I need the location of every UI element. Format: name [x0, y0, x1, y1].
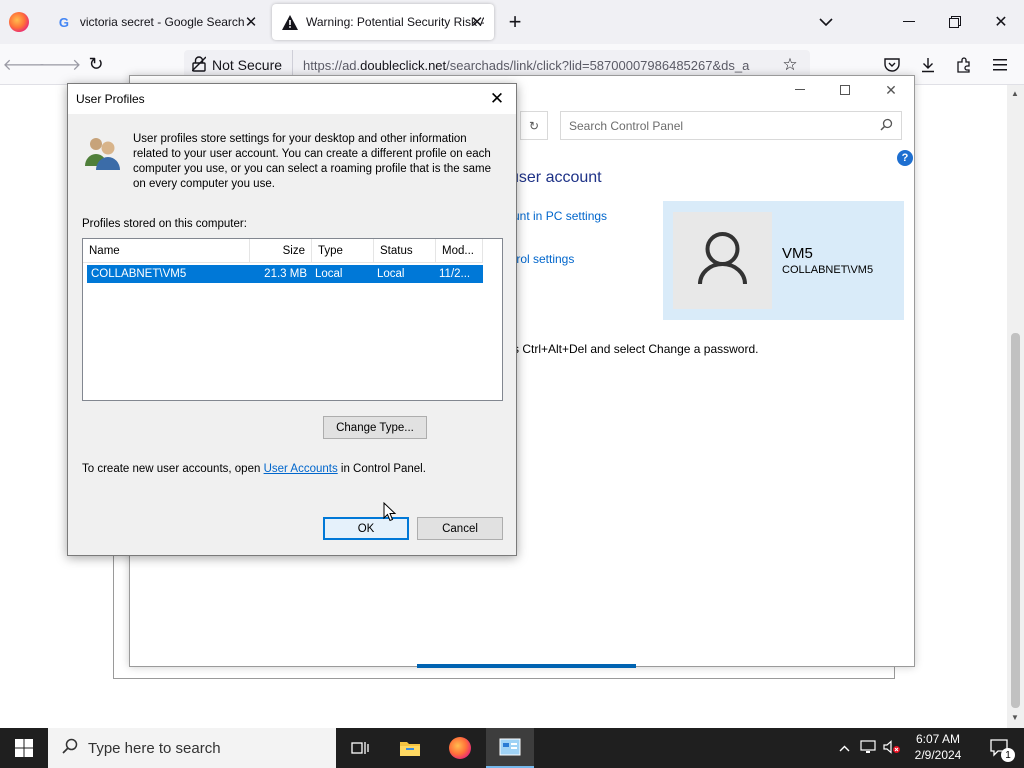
tab-title: Warning: Potential Security Risk Ahead: [306, 15, 484, 29]
scroll-down-arrow-icon[interactable]: ▼: [1011, 713, 1019, 722]
user-name: VM5: [782, 245, 813, 262]
cp-account-control-settings-link[interactable]: trol settings: [513, 252, 574, 266]
cp-password-hint: s Ctrl+Alt+Del and select Change a passw…: [513, 342, 759, 356]
dialog-close-icon[interactable]: ✕: [486, 88, 508, 110]
cp-maximize-icon[interactable]: [835, 80, 855, 100]
change-type-button[interactable]: Change Type...: [323, 416, 427, 439]
back-arrow-icon[interactable]: 🡐: [3, 52, 46, 76]
page-scrollbar[interactable]: ▲ ▼: [1007, 85, 1024, 728]
cell-status: Local: [377, 268, 405, 280]
search-icon: [62, 738, 78, 758]
list-tabs-chevron-icon[interactable]: [814, 10, 838, 34]
new-tab-button[interactable]: +: [503, 9, 527, 34]
cell-size: 21.3 MB: [264, 268, 307, 280]
google-icon: G: [58, 14, 69, 30]
cp-minimize-icon[interactable]: [790, 80, 810, 100]
tab-security-warning[interactable]: Warning: Potential Security Risk Ahead ✕: [272, 4, 494, 40]
close-window-icon[interactable]: ✕: [988, 10, 1014, 34]
bookmark-star-icon[interactable]: ☆: [778, 53, 802, 77]
user-profiles-dialog[interactable]: User Profiles ✕ User profiles store sett…: [67, 83, 517, 556]
cell-name: COLLABNET\VM5: [91, 268, 187, 280]
mouse-pointer-icon: [383, 501, 397, 522]
dialog-title: User Profiles: [76, 92, 145, 106]
minimize-icon[interactable]: [896, 10, 922, 34]
system-tray: [832, 728, 904, 768]
user-avatar-icon: [673, 212, 772, 309]
show-hidden-icons-chevron-icon[interactable]: [832, 741, 856, 755]
url-path: /searchads/link/click?lid=58700007986485…: [446, 57, 750, 73]
create-accounts-note: To create new user accounts, open User A…: [82, 463, 426, 475]
user-profiles-icon: [82, 134, 122, 170]
cell-modified: 11/2...: [439, 268, 471, 280]
scroll-thumb[interactable]: [1011, 333, 1020, 708]
cp-heading: user account: [510, 169, 602, 186]
reload-icon[interactable]: ↻: [84, 52, 108, 76]
tab-google-search[interactable]: G victoria secret - Google Search ✕: [46, 4, 268, 40]
column-header-status[interactable]: Status: [374, 239, 436, 263]
warning-icon: [282, 14, 298, 30]
tab-title: victoria secret - Google Search: [79, 15, 245, 29]
url-domain: doubleclick.net: [360, 57, 447, 73]
control-panel-taskbar-icon[interactable]: [486, 728, 534, 768]
hamburger-menu-icon[interactable]: [988, 53, 1012, 77]
clock-date: 2/9/2024: [914, 748, 962, 762]
taskbar-search-placeholder: Type here to search: [88, 739, 221, 757]
close-tab-icon[interactable]: ✕: [242, 13, 260, 31]
windows-start-icon[interactable]: [0, 728, 48, 768]
column-header-name[interactable]: Name: [83, 239, 250, 263]
forward-arrow-icon[interactable]: 🡒: [39, 52, 82, 76]
taskbar-search-box[interactable]: Type here to search: [48, 728, 336, 768]
url-prefix: https://ad.: [303, 57, 361, 73]
close-tab-icon[interactable]: ✕: [468, 13, 486, 31]
cp-refresh-icon[interactable]: ↻: [520, 111, 548, 140]
url-text[interactable]: https://ad.doubleclick.net/searchads/lin…: [293, 58, 769, 73]
cell-type: Local: [315, 268, 343, 280]
column-header-modified[interactable]: Mod...: [436, 239, 483, 263]
cp-close-icon[interactable]: ✕: [881, 80, 901, 100]
cp-search-placeholder: Search Control Panel: [569, 118, 684, 133]
profiles-list[interactable]: Name Size Type Status Mod... COLLABNET\V…: [82, 238, 503, 401]
pocket-icon[interactable]: [880, 53, 904, 77]
firefox-menu-icon[interactable]: [9, 12, 29, 32]
search-icon: [880, 118, 893, 134]
cp-account-pc-settings-link[interactable]: unt in PC settings: [513, 209, 607, 223]
cp-bottom-accent-bar: [417, 664, 636, 668]
downloads-icon[interactable]: [916, 53, 940, 77]
scroll-up-arrow-icon[interactable]: ▲: [1011, 89, 1019, 98]
not-secure-label: Not Secure: [212, 57, 283, 73]
browser-tab-bar: G victoria secret - Google Search ✕ Warn…: [0, 0, 1024, 44]
list-header: Name Size Type Status Mod...: [83, 239, 483, 263]
note-text-before: To create new user accounts, open: [82, 463, 264, 475]
profiles-list-label: Profiles stored on this computer:: [82, 218, 247, 230]
column-header-type[interactable]: Type: [312, 239, 374, 263]
user-accounts-link[interactable]: User Accounts: [264, 463, 338, 475]
cancel-button[interactable]: Cancel: [417, 517, 503, 540]
column-header-size[interactable]: Size: [250, 239, 312, 263]
table-row[interactable]: COLLABNET\VM5 21.3 MB Local Local 11/2..…: [87, 265, 483, 283]
system-clock[interactable]: 6:07 AM 2/9/2024: [900, 731, 976, 763]
dialog-body: User profiles store settings for your de…: [68, 114, 516, 555]
insecure-lock-icon: [191, 55, 207, 75]
restore-icon[interactable]: [942, 10, 968, 34]
user-domain: COLLABNET\VM5: [782, 264, 874, 276]
user-account-card: VM5 COLLABNET\VM5: [663, 201, 904, 320]
windows-taskbar: Type here to search 6:07 AM 2/9/2024 1: [0, 728, 1024, 768]
extensions-icon[interactable]: [952, 53, 976, 77]
dialog-description: User profiles store settings for your de…: [133, 133, 491, 190]
notification-count-badge: 1: [1001, 748, 1015, 762]
cp-search-input[interactable]: Search Control Panel: [560, 111, 902, 140]
dialog-title-bar[interactable]: User Profiles ✕: [68, 84, 516, 114]
task-view-icon[interactable]: [336, 728, 384, 768]
file-explorer-icon[interactable]: [386, 728, 434, 768]
note-text-after: in Control Panel.: [337, 463, 426, 475]
notification-center-icon[interactable]: 1: [980, 728, 1020, 768]
firefox-taskbar-icon[interactable]: [436, 728, 484, 768]
clock-time: 6:07 AM: [915, 732, 961, 746]
network-icon[interactable]: [856, 739, 880, 757]
help-icon[interactable]: ?: [897, 150, 913, 166]
